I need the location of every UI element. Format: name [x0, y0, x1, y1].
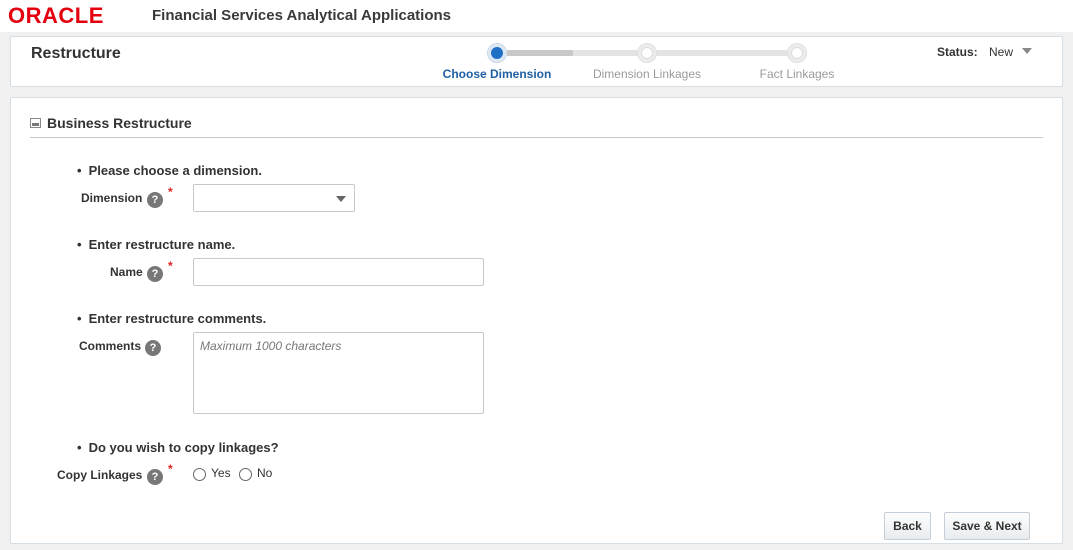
help-icon[interactable]: ? — [147, 192, 163, 208]
copy-linkages-yes-label[interactable]: Yes — [211, 466, 231, 480]
dimension-label: Dimension — [81, 191, 143, 205]
name-input[interactable] — [193, 258, 484, 286]
oracle-logo: ORACLE — [8, 3, 104, 28]
train-label-choose-dimension[interactable]: Choose Dimension — [443, 67, 552, 81]
copy-linkages-instruction-text: Do you wish to copy linkages? — [88, 440, 279, 455]
chevron-down-icon[interactable] — [1022, 48, 1032, 54]
help-icon[interactable]: ? — [147, 469, 163, 485]
train-stop-dot — [491, 47, 503, 59]
train-connector-2 — [657, 50, 807, 56]
section-header[interactable]: Business Restructure — [30, 115, 1043, 138]
name-instruction-text: Enter restructure name. — [88, 237, 236, 252]
help-icon[interactable]: ? — [145, 340, 161, 356]
train-stop-dimension-linkages[interactable] — [637, 43, 657, 63]
train-label-dimension-linkages[interactable]: Dimension Linkages — [593, 67, 701, 81]
dimension-select[interactable] — [193, 184, 355, 212]
comments-textarea[interactable] — [193, 332, 484, 414]
name-label: Name — [110, 265, 143, 279]
comments-label: Comments — [79, 339, 142, 353]
copy-linkages-no-label[interactable]: No — [257, 466, 272, 480]
chevron-down-icon[interactable] — [336, 196, 346, 202]
comments-instruction-text: Enter restructure comments. — [88, 311, 267, 326]
save-next-button[interactable]: Save & Next — [944, 512, 1030, 540]
train-label-fact-linkages[interactable]: Fact Linkages — [760, 67, 835, 81]
bullet: • — [77, 440, 82, 455]
train-stop-dot — [791, 47, 803, 59]
copy-linkages-label: Copy Linkages — [57, 468, 143, 482]
train-stop-choose-dimension[interactable] — [487, 43, 507, 63]
collapse-icon[interactable] — [30, 118, 41, 128]
required-indicator: * — [168, 259, 173, 273]
app-header: ORACLE Financial Services Analytical App… — [0, 0, 1073, 32]
copy-linkages-yes-radio[interactable] — [193, 468, 206, 481]
status-value[interactable]: New — [989, 45, 1013, 59]
comments-instruction: • Enter restructure comments. — [77, 311, 266, 326]
train-connector-1a — [507, 50, 573, 56]
train-stop-dot — [641, 47, 653, 59]
status-label: Status: — [937, 45, 978, 59]
copy-linkages-instruction: • Do you wish to copy linkages? — [77, 440, 279, 455]
required-indicator: * — [168, 185, 173, 199]
section-title: Business Restructure — [47, 115, 192, 131]
bullet: • — [77, 163, 82, 178]
train-stop-fact-linkages[interactable] — [787, 43, 807, 63]
content-panel: Business Restructure • Please choose a di… — [10, 97, 1063, 544]
app-title: Financial Services Analytical Applicatio… — [152, 7, 451, 24]
bullet: • — [77, 311, 82, 326]
dimension-instruction-text: Please choose a dimension. — [88, 163, 262, 178]
process-train: Choose Dimension Dimension Linkages Fact… — [11, 37, 1062, 86]
back-button[interactable]: Back — [884, 512, 931, 540]
help-icon[interactable]: ? — [147, 266, 163, 282]
bullet: • — [77, 237, 82, 252]
required-indicator: * — [168, 462, 173, 476]
name-instruction: • Enter restructure name. — [77, 237, 235, 252]
dimension-instruction: • Please choose a dimension. — [77, 163, 262, 178]
train-panel: Restructure Choose Dimension Dimension L… — [10, 36, 1063, 87]
copy-linkages-no-radio[interactable] — [239, 468, 252, 481]
